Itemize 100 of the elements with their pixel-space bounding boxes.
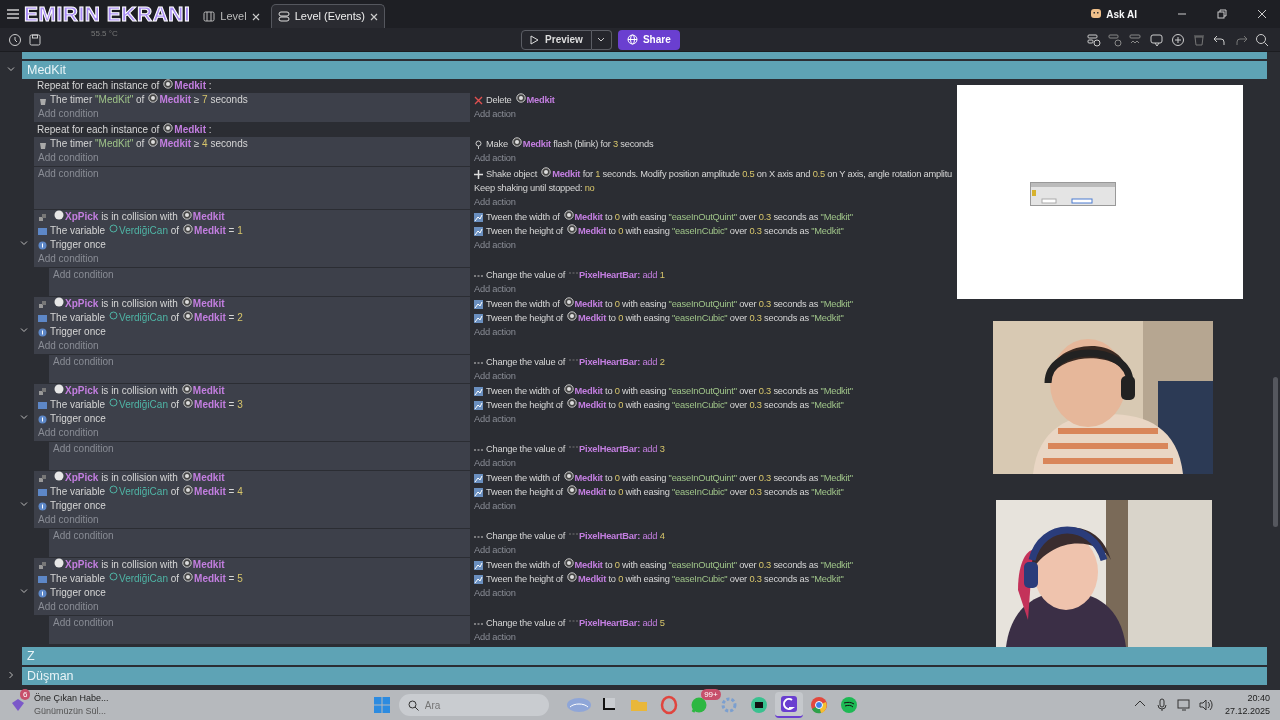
add-condition-link[interactable]: Add condition	[38, 513, 99, 527]
delete-icon[interactable]	[1191, 32, 1206, 47]
clock[interactable]: 20:40 27.12.2025	[1224, 691, 1270, 719]
scrollbar[interactable]	[1273, 377, 1278, 527]
group-header[interactable]: MedKit	[22, 61, 1267, 79]
add-condition-link[interactable]: Add condition	[38, 151, 99, 165]
add-condition-link[interactable]: Add condition	[38, 339, 99, 353]
circle-icon	[54, 471, 64, 481]
chevron-right-icon[interactable]	[7, 671, 15, 679]
dropdown-button[interactable]	[591, 29, 612, 50]
ask-ai-button[interactable]: Ask AI	[1089, 5, 1138, 23]
object-icon	[563, 210, 574, 220]
tab[interactable]: Level	[196, 4, 267, 28]
search-icon[interactable]	[1254, 32, 1269, 47]
close-icon[interactable]	[251, 12, 260, 21]
preview-button[interactable]: Preview	[521, 29, 592, 50]
condition-text: The timer "MedKit" of	[50, 137, 145, 151]
chevron-down-icon[interactable]	[7, 65, 15, 73]
action-text: Tween the width of	[486, 559, 560, 572]
close-icon[interactable]	[1257, 9, 1267, 19]
add-action-link[interactable]: Add action	[474, 369, 516, 383]
trigger-icon	[38, 414, 47, 424]
chevron-down-icon[interactable]	[20, 413, 28, 421]
tab-label[interactable]: Level (Events)	[294, 8, 365, 25]
taskbar-app[interactable]	[774, 692, 803, 718]
chevron-down-icon[interactable]	[20, 326, 28, 334]
action-text: Medkit to 0 with easing "easeInOutQuint" over 0.3 seconds as "Medkit"	[574, 472, 853, 485]
add-condition-link[interactable]: Add condition	[53, 268, 114, 282]
condition-text: The variable	[50, 311, 106, 325]
history-icon[interactable]	[8, 32, 22, 47]
add-action-link[interactable]: Add action	[474, 630, 516, 644]
condition-text: The variable	[50, 572, 106, 586]
add-condition-link[interactable]: Add condition	[53, 529, 114, 543]
action-text: Medkit to 0 with easing "easeInCubic" over 0.3 seconds as "Medkit"	[577, 399, 844, 412]
add-action-link[interactable]: Add action	[474, 195, 516, 209]
add-condition-link[interactable]: Add condition	[53, 616, 114, 630]
add-icon[interactable]	[1170, 32, 1185, 47]
action-text: Medkit to 0 with easing "easeInOutQuint" over 0.3 seconds as "Medkit"	[574, 559, 853, 572]
add-condition-link[interactable]: Add condition	[38, 167, 99, 181]
add-condition-link[interactable]: Add condition	[38, 600, 99, 614]
start-icon[interactable]	[372, 696, 391, 714]
add-action-link[interactable]: Add action	[474, 325, 516, 339]
trigger-icon	[38, 501, 47, 511]
comment-icon[interactable]	[1149, 32, 1164, 47]
restore-icon[interactable]	[1217, 9, 1227, 19]
chevron-down-icon[interactable]	[20, 500, 28, 508]
caret-icon	[597, 36, 606, 43]
trigger-icon	[38, 588, 47, 598]
add-action-link[interactable]: Add action	[474, 456, 516, 470]
object-icon	[183, 572, 194, 582]
add-condition-link[interactable]: Add condition	[53, 355, 114, 369]
add-action-link[interactable]: Add action	[474, 586, 516, 600]
speaker-icon[interactable]	[1198, 698, 1213, 712]
add-action-link[interactable]: Add action	[474, 412, 516, 426]
add-condition-link[interactable]: Add condition	[38, 252, 99, 266]
variable-icon	[38, 313, 47, 323]
list-icon	[277, 11, 290, 22]
search-field[interactable]: Ara	[398, 694, 549, 716]
microphone-icon[interactable]	[1154, 698, 1169, 712]
condition-text: Trigger once	[50, 325, 106, 339]
film-icon	[203, 11, 216, 22]
add-action-link[interactable]: Add action	[474, 107, 516, 121]
add-subevent-icon[interactable]	[1107, 32, 1122, 47]
tab[interactable]: Level (Events)	[270, 4, 385, 28]
add-action-link[interactable]: Add action	[474, 543, 516, 557]
condition-text: XpPick is in collision with	[65, 384, 178, 398]
trigger-icon	[38, 327, 47, 337]
add-event-icon[interactable]	[1086, 32, 1101, 47]
action-text: Tween the height of	[486, 486, 563, 499]
object-icon	[563, 384, 574, 394]
group-header[interactable]: Z	[22, 647, 1267, 665]
add-condition-link[interactable]: Add condition	[38, 426, 99, 440]
save-icon[interactable]	[29, 33, 41, 46]
object-icon	[511, 137, 522, 147]
condition-text: Medkit = 4	[194, 485, 243, 499]
share-button[interactable]: Share	[617, 29, 680, 50]
globe-icon	[626, 34, 638, 45]
group-header[interactable]: Düşman	[22, 667, 1267, 685]
chevron-down-icon[interactable]	[20, 239, 28, 247]
news-widget-icon	[10, 697, 26, 713]
action-text: Medkit flash (blink) for 3 seconds	[522, 138, 654, 151]
condition-text: Trigger once	[50, 412, 106, 426]
collision-icon	[38, 212, 47, 222]
news-widget[interactable]: 6 Öne Çıkan Habe... Günümüzün Sül...	[10, 691, 109, 719]
close-icon[interactable]	[369, 12, 378, 21]
chevron-down-icon[interactable]	[20, 587, 28, 595]
monitor-icon[interactable]	[1176, 698, 1191, 712]
add-action-link[interactable]: Add action	[474, 151, 516, 165]
add-action-link[interactable]: Add action	[474, 499, 516, 513]
add-action-link[interactable]: Add action	[474, 282, 516, 296]
menu-icon[interactable]	[6, 8, 20, 20]
add-condition-link[interactable]: Add condition	[53, 442, 114, 456]
add-action-link[interactable]: Add action	[474, 238, 516, 252]
tab-label[interactable]: Level	[220, 8, 247, 25]
variable-scope-icon	[109, 224, 119, 233]
action-text: Medkit to 0 with easing "easeInCubic" over 0.3 seconds as "Medkit"	[577, 312, 844, 325]
condition-text: Medkit	[192, 297, 225, 311]
add-condition-link[interactable]: Add condition	[38, 107, 99, 121]
chart-icon	[474, 212, 483, 222]
object-icon	[563, 558, 574, 568]
